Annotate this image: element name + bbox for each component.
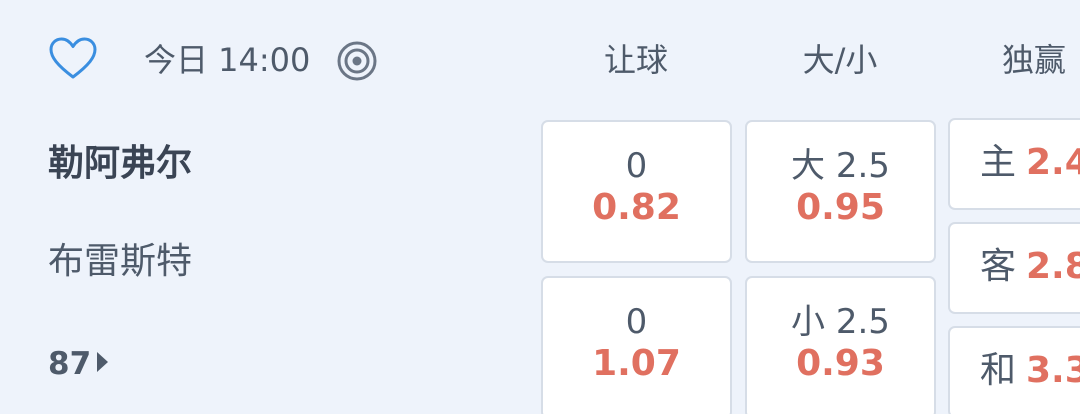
handicap-home-price: 0.82 [592,187,681,228]
moneyline-home-label: 主 [980,142,1017,183]
match-time: 今日 14:00 [144,41,311,79]
handicap-home-line: 0 [625,146,648,186]
over-under-column-header: 大/小 [802,41,878,79]
moneyline-home-price: 2.4 [1026,142,1080,183]
moneyline-draw-price: 3.3 [1026,350,1080,391]
moneyline-draw-label: 和 [980,350,1017,391]
under-price: 0.93 [796,343,885,384]
moneyline-away-price: 2.8 [1026,246,1080,287]
moneyline-column-header: 独赢 [1002,41,1067,79]
handicap-column-header: 让球 [603,41,668,79]
handicap-home-odds-button[interactable]: 0 0.82 [541,120,732,263]
moneyline-home-button[interactable]: 主 2.4 [948,118,1080,210]
match-row: 今日 14:00 让球 大/小 独赢 勒阿弗尔 布雷斯特 87 0 0.82 0… [0,0,1080,414]
favorite-heart-icon[interactable] [48,36,98,82]
over-odds-button[interactable]: 大 2.5 0.95 [745,120,936,263]
moneyline-draw-button[interactable]: 和 3.3 [948,326,1080,414]
over-price: 0.95 [796,187,885,228]
home-team-name: 勒阿弗尔 [48,143,193,184]
under-line: 小 2.5 [791,302,890,342]
triangle-right-icon [97,352,109,372]
moneyline-away-button[interactable]: 客 2.8 [948,222,1080,314]
under-odds-button[interactable]: 小 2.5 0.93 [745,276,936,414]
target-icon[interactable] [336,40,378,82]
handicap-away-price: 1.07 [592,343,681,384]
more-markets-link[interactable]: 87 [48,344,109,384]
handicap-away-odds-button[interactable]: 0 1.07 [541,276,732,414]
away-team-name: 布雷斯特 [48,241,193,282]
handicap-away-line: 0 [625,302,648,342]
moneyline-away-label: 客 [980,246,1017,287]
more-markets-count: 87 [48,346,92,382]
over-line: 大 2.5 [791,146,890,186]
